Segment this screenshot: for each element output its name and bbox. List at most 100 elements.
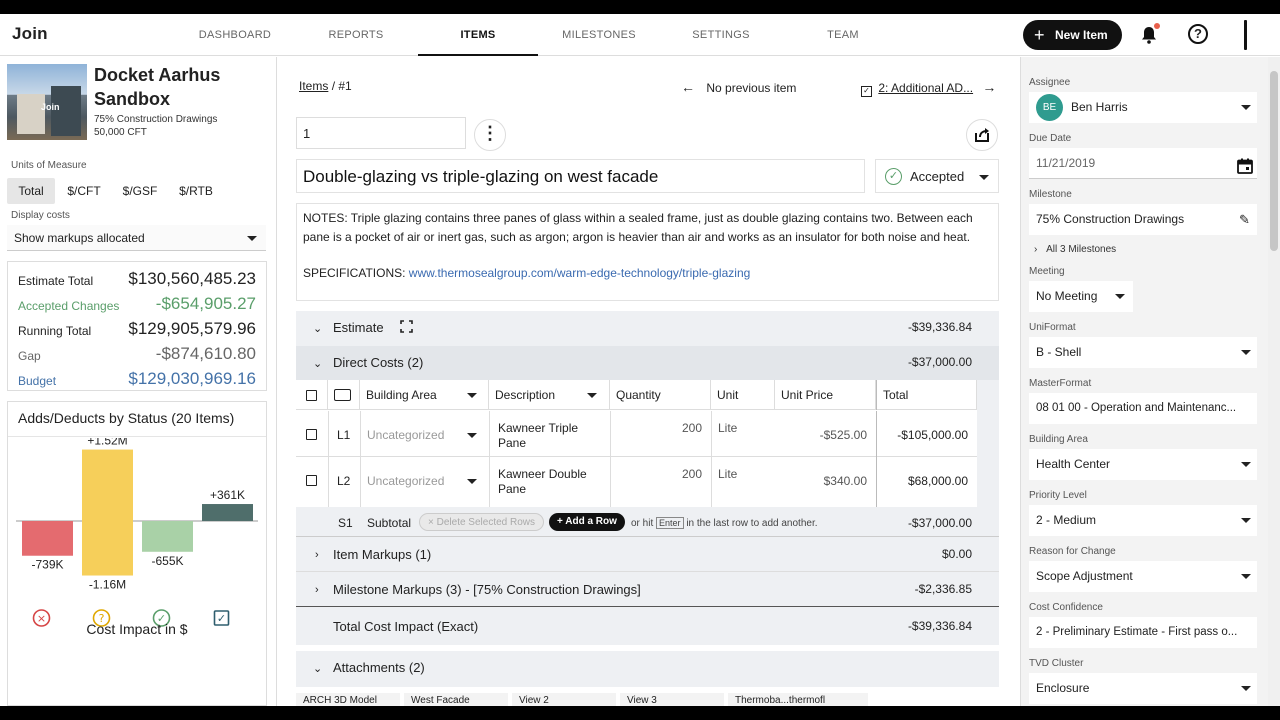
reason-select[interactable]: Scope Adjustment — [1029, 561, 1257, 592]
breadcrumb-items-link[interactable]: Items — [299, 79, 328, 93]
new-item-button[interactable]: + New Item — [1023, 20, 1122, 50]
chevron-right-icon: › — [315, 549, 319, 561]
col-quantity[interactable]: Quantity — [610, 380, 711, 410]
meeting-select[interactable]: No Meeting — [1029, 281, 1133, 312]
direct-costs-header[interactable]: ⌄ Direct Costs (2) -$37,000.00 — [296, 346, 999, 380]
item-number-field[interactable]: 1 — [296, 117, 466, 149]
assignee-select[interactable]: BE Ben Harris — [1029, 92, 1257, 123]
calendar-icon[interactable] — [1237, 155, 1253, 174]
chevron-right-icon: › — [315, 584, 319, 596]
previous-item-link[interactable]: ← No previous item — [681, 79, 796, 95]
pencil-icon[interactable]: ✎ — [1239, 204, 1250, 235]
row-unit[interactable]: Lite — [718, 467, 737, 482]
masterformat-select[interactable]: 08 01 00 - Operation and Maintenanc... — [1029, 393, 1257, 424]
chart-bar-incorporated[interactable] — [202, 504, 253, 521]
col-unit-price[interactable]: Unit Price — [775, 380, 876, 410]
display-costs-select[interactable]: Show markups allocated — [7, 225, 266, 251]
uniformat-select[interactable]: B - Shell — [1029, 337, 1257, 368]
row-checkbox[interactable] — [306, 429, 317, 440]
row-quantity[interactable]: 200 — [616, 421, 702, 436]
unit-gsf[interactable]: $/GSF — [114, 178, 166, 204]
top-nav: Join DASHBOARD REPORTS ITEMS MILESTONES … — [0, 14, 1280, 56]
chart-bar-pending[interactable] — [82, 521, 133, 576]
chart-bar-rejected[interactable] — [22, 521, 73, 556]
row-checkbox[interactable] — [306, 475, 317, 486]
chevron-down-icon — [979, 175, 989, 180]
add-row-button[interactable]: + Add a Row — [549, 513, 625, 531]
adds-deducts-title: Adds/Deducts by Status (20 Items) — [18, 410, 235, 426]
attachment-file[interactable]: Thermoba...thermofl — [728, 693, 868, 706]
attachment-file[interactable]: ARCH 3D Model — [296, 693, 400, 706]
confidence-select[interactable]: 2 - Preliminary Estimate - First pass o.… — [1029, 617, 1257, 648]
checkbox-icon: ✓ — [861, 86, 872, 97]
due-date-input[interactable]: 11/21/2019 — [1029, 148, 1257, 179]
chevron-down-icon[interactable] — [467, 479, 477, 484]
attachment-file[interactable]: View 3 — [620, 693, 724, 706]
project-panel: Join Docket Aarhus Sandbox 75% Construct… — [0, 57, 277, 706]
row-total: -$105,000.00 — [897, 428, 968, 442]
new-item-label: New Item — [1055, 28, 1108, 42]
tab-team[interactable]: TEAM — [783, 14, 903, 56]
milestone-markups-header[interactable]: › Milestone Markups (3) - [75% Construct… — [296, 573, 999, 607]
more-options-icon[interactable]: ⋮ — [474, 119, 506, 151]
chevron-down-icon — [1241, 350, 1251, 355]
tab-dashboard[interactable]: DASHBOARD — [175, 14, 295, 56]
tab-settings[interactable]: SETTINGS — [661, 14, 781, 56]
specifications-link[interactable]: www.thermosealgroup.com/warm-edge-techno… — [409, 266, 751, 280]
row-building-area[interactable]: Uncategorized — [367, 428, 444, 443]
tab-items[interactable]: ITEMS — [418, 14, 538, 56]
col-total[interactable]: Total — [876, 380, 977, 410]
col-building-area[interactable]: Building Area — [360, 380, 489, 410]
status-value: Accepted — [910, 169, 965, 184]
notes-text: NOTES: Triple glazing contains three pan… — [303, 211, 973, 244]
plus-icon: + — [557, 516, 566, 527]
row-unit[interactable]: Lite — [718, 421, 737, 436]
chevron-down-icon[interactable] — [467, 433, 477, 438]
attachment-file[interactable]: View 2 — [512, 693, 616, 706]
item-markups-header[interactable]: › Item Markups (1) $0.00 — [296, 538, 999, 572]
chevron-down-icon[interactable] — [587, 393, 597, 398]
scrollbar-thumb[interactable] — [1270, 71, 1278, 251]
building-area-select[interactable]: Health Center — [1029, 449, 1257, 480]
help-icon[interactable]: ? — [1188, 24, 1208, 44]
all-milestones-link[interactable]: › All 3 Milestones — [1034, 244, 1116, 255]
chevron-right-icon: › — [1034, 244, 1038, 255]
specifications: SPECIFICATIONS: www.thermosealgroup.com/… — [303, 266, 751, 280]
row-description[interactable]: Kawneer Triple Pane — [498, 421, 598, 451]
status-select[interactable]: ✓ Accepted — [875, 159, 999, 193]
bell-icon[interactable] — [1140, 23, 1160, 44]
row-quantity[interactable]: 200 — [616, 467, 702, 482]
logo[interactable]: Join — [12, 24, 48, 44]
expand-icon[interactable] — [400, 320, 413, 333]
row-building-area[interactable]: Uncategorized — [367, 474, 444, 489]
tvd-select[interactable]: Enclosure — [1029, 673, 1257, 704]
unit-cft[interactable]: $/CFT — [58, 178, 110, 204]
milestone-field[interactable]: 75% Construction Drawings ✎ — [1029, 204, 1257, 235]
row-unit-price[interactable]: $340.00 — [781, 474, 867, 489]
col-description[interactable]: Description — [489, 380, 610, 410]
row-unit-price[interactable]: -$525.00 — [781, 428, 867, 443]
unit-total[interactable]: Total — [7, 178, 55, 204]
chart-bar-accepted[interactable] — [142, 521, 193, 552]
item-notes[interactable]: NOTES: Triple glazing contains three pan… — [296, 203, 999, 301]
row-description[interactable]: Kawneer Double Pane — [498, 467, 598, 497]
estimate-header[interactable]: ⌄ Estimate -$39,336.84 — [296, 311, 999, 345]
attachments-header[interactable]: ⌄ Attachments (2) — [296, 651, 999, 685]
col-unit[interactable]: Unit — [711, 380, 775, 410]
attachment-file[interactable]: West Facade — [404, 693, 508, 706]
budget-row: Budget $129,030,969.16 — [18, 369, 256, 388]
delete-rows-button[interactable]: × Delete Selected Rows — [419, 513, 545, 531]
chart-bar-pending[interactable] — [82, 449, 133, 521]
priority-select[interactable]: 2 - Medium — [1029, 505, 1257, 536]
tab-milestones[interactable]: MILESTONES — [539, 14, 659, 56]
unit-rtb[interactable]: $/RTB — [170, 178, 222, 204]
scrollbar[interactable] — [1268, 57, 1280, 706]
adds-deducts-chart: -739K+1.52M-1.16M-655K+361K×? ✓ ✓ — [16, 438, 258, 627]
user-menu-icon[interactable] — [1244, 20, 1247, 50]
share-icon[interactable] — [966, 119, 998, 151]
tab-reports[interactable]: REPORTS — [296, 14, 416, 56]
chevron-down-icon[interactable] — [467, 393, 477, 398]
item-title[interactable]: Double-glazing vs triple-glazing on west… — [296, 159, 865, 193]
next-item-link[interactable]: ✓ 2: Additional AD... → — [861, 79, 996, 97]
due-date-label: Due Date — [1029, 133, 1072, 144]
